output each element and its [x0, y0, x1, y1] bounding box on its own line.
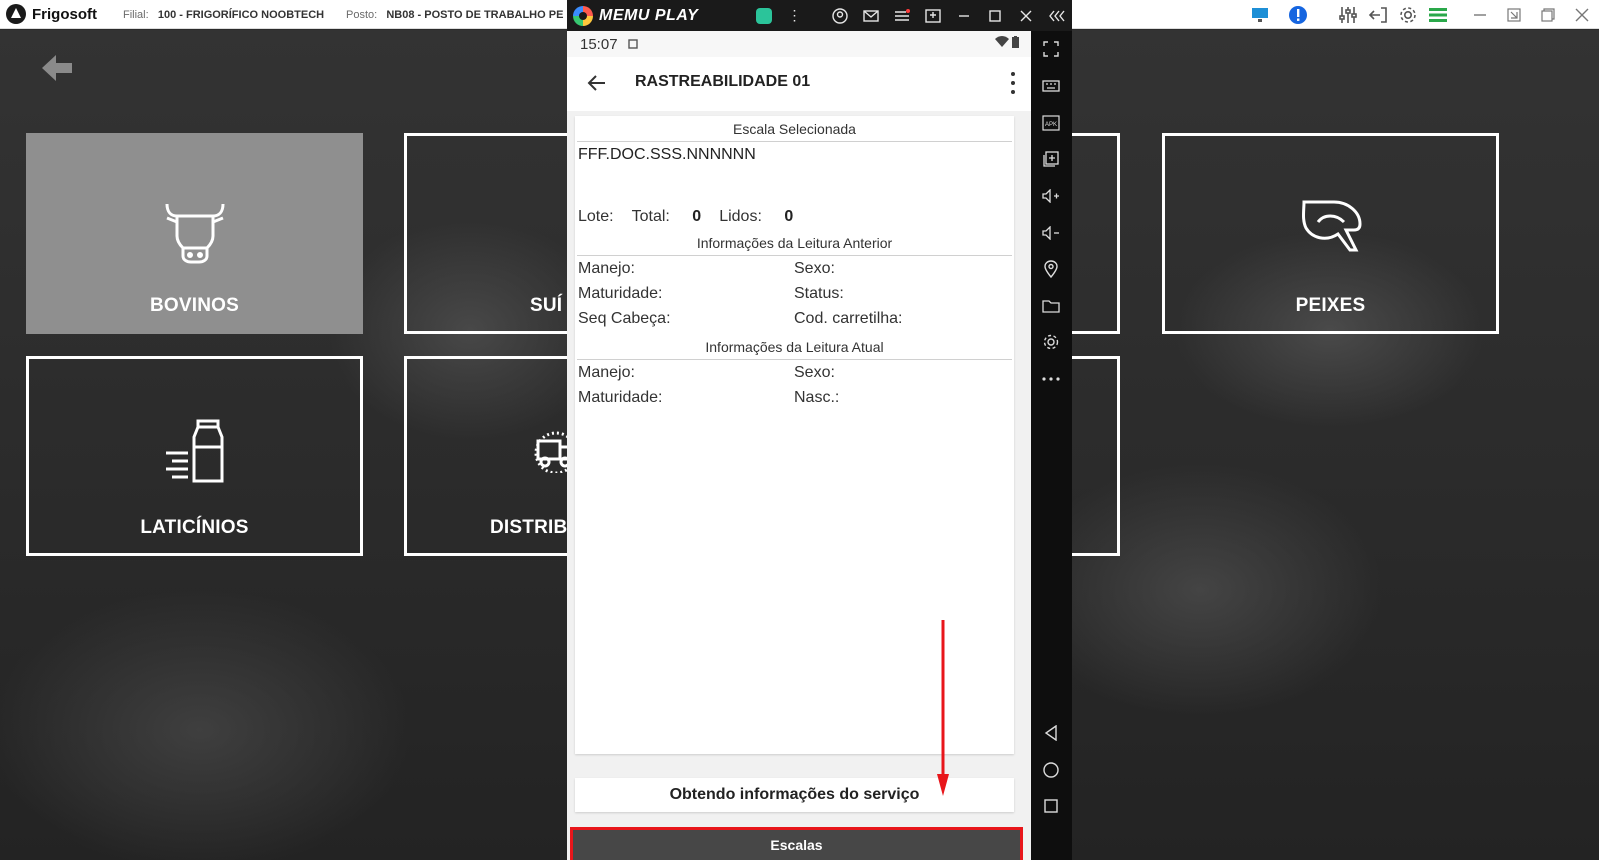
back-arrow-icon[interactable]: [40, 53, 74, 83]
leitura-anterior-title: Informações da Leitura Anterior: [577, 230, 1012, 256]
emulator-window: MEMU PLAY ⋮ 15:07 RASTREABILIDADE 01 Esc…: [567, 0, 1072, 860]
minimize-icon[interactable]: [948, 0, 979, 31]
nav-recents-icon[interactable]: [1039, 794, 1063, 818]
annotation-arrow-icon: [937, 620, 949, 796]
cow-icon: [165, 203, 224, 264]
back-arrow-icon[interactable]: [585, 71, 609, 95]
tile-bovinos[interactable]: BOVINOS: [26, 133, 363, 334]
total-label: Total:: [631, 208, 670, 225]
overflow-menu-icon[interactable]: [1010, 70, 1016, 96]
anterior-sexo: Sexo:: [794, 260, 835, 277]
atual-nasc: Nasc.:: [794, 389, 840, 406]
add-window-icon[interactable]: [1039, 147, 1063, 171]
nav-home-icon[interactable]: [1039, 758, 1063, 782]
app-toolbar-right: [1245, 0, 1599, 29]
brand-name: Frigosoft: [32, 5, 97, 23]
emulator-sidebar: APK: [1031, 31, 1072, 860]
escala-value: FFF.DOC.SSS.NNNNNN: [578, 146, 756, 163]
android-status-bar: 15:07: [567, 31, 1031, 57]
escala-title: Escala Selecionada: [577, 116, 1012, 142]
tile-label: DISTRIB: [490, 517, 568, 538]
volume-down-icon[interactable]: [1039, 221, 1063, 245]
tile-peixes[interactable]: PEIXES: [1162, 133, 1499, 334]
emulator-titlebar: MEMU PLAY ⋮: [567, 0, 1072, 31]
maximize-icon[interactable]: [979, 0, 1010, 31]
logout-icon[interactable]: [1363, 0, 1393, 29]
posto-value: NB08 - POSTO DE TRABALHO PE: [386, 9, 564, 21]
filial-label: Filial:: [123, 9, 149, 21]
alert-icon[interactable]: [1283, 0, 1313, 29]
status-time: 15:07: [580, 35, 618, 53]
more-vertical-icon[interactable]: ⋮: [779, 0, 810, 31]
fish-icon: [1301, 200, 1362, 252]
anterior-seq-cabeca: Seq Cabeça:: [578, 310, 671, 327]
lidos-value: 0: [784, 208, 794, 225]
menu-notification-icon[interactable]: [886, 0, 917, 31]
tile-label: LATICÍNIOS: [140, 517, 249, 538]
milk-bottle-icon: [165, 419, 223, 483]
maximize-window-icon[interactable]: [1531, 0, 1565, 29]
mail-icon[interactable]: [855, 0, 886, 31]
apk-icon[interactable]: APK: [1039, 111, 1063, 135]
battery-icon: [1012, 36, 1019, 48]
atual-manejo: Manejo:: [578, 364, 635, 381]
nav-back-icon[interactable]: [1039, 721, 1063, 745]
escalas-button[interactable]: Escalas: [570, 827, 1023, 860]
emulator-name: MEMU PLAY: [599, 6, 699, 24]
tile-label: SUÍ: [530, 295, 563, 316]
app-toolbar: RASTREABILIDADE 01: [567, 57, 1031, 111]
fullscreen-icon[interactable]: [1039, 37, 1063, 61]
status-right: [994, 36, 1019, 51]
tile-label: BOVINOS: [149, 295, 240, 316]
close-icon[interactable]: [1010, 0, 1041, 31]
anterior-cod-carretilha: Cod. carretilha:: [794, 310, 903, 327]
app-shortcut-icon[interactable]: [748, 0, 779, 31]
emulator-title-icons: ⋮: [748, 0, 1072, 31]
atual-sexo: Sexo:: [794, 364, 835, 381]
volume-up-icon[interactable]: [1039, 184, 1063, 208]
more-horizontal-icon[interactable]: [1039, 367, 1063, 391]
anterior-maturidade: Maturidade:: [578, 285, 663, 302]
lidos-label: Lidos:: [719, 208, 762, 225]
restore-window-icon[interactable]: [1497, 0, 1531, 29]
screenshot-icon[interactable]: [917, 0, 948, 31]
filial-info: Filial: 100 - FRIGORÍFICO NOOBTECH: [123, 9, 324, 21]
lote-row: Lote: Total: 0 Lidos: 0: [575, 204, 1014, 230]
gear-icon[interactable]: [1393, 0, 1423, 29]
sliders-icon[interactable]: [1333, 0, 1363, 29]
leitura-atual-title: Informações da Leitura Atual: [577, 334, 1012, 360]
posto-label: Posto:: [346, 9, 378, 21]
posto-info: Posto: NB08 - POSTO DE TRABALHO PE: [346, 9, 563, 21]
account-icon[interactable]: [824, 0, 855, 31]
brand: Frigosoft: [6, 4, 97, 24]
keyboard-icon[interactable]: [1039, 74, 1063, 98]
wifi-icon: [994, 36, 1009, 47]
close-window-icon[interactable]: [1565, 0, 1599, 29]
minimize-window-icon[interactable]: [1463, 0, 1497, 29]
leitura-anterior-grid: Manejo: Sexo: Maturidade: Status: Seq Ca…: [575, 258, 1014, 330]
collapse-sidebar-icon[interactable]: [1041, 0, 1072, 31]
folder-icon[interactable]: [1039, 294, 1063, 318]
leitura-atual-grid: Manejo: Sexo: Maturidade: Nasc.:: [575, 362, 1014, 409]
frigosoft-logo-icon: [6, 4, 26, 24]
tile-laticinios[interactable]: LATICÍNIOS: [26, 356, 363, 556]
atual-maturidade: Maturidade:: [578, 389, 663, 406]
monitor-icon[interactable]: [1245, 0, 1275, 29]
anterior-manejo: Manejo:: [578, 260, 635, 277]
app-title: RASTREABILIDADE 01: [635, 73, 811, 90]
settings-icon[interactable]: [1039, 330, 1063, 354]
android-screen: 15:07 RASTREABILIDADE 01 Escala Selecion…: [567, 31, 1031, 860]
notification-icon: [627, 39, 638, 49]
tile-label: PEIXES: [1295, 295, 1366, 316]
memu-logo-icon: [573, 5, 593, 26]
location-icon[interactable]: [1039, 257, 1063, 281]
svg-text:APK: APK: [1045, 122, 1057, 128]
anterior-status: Status:: [794, 285, 844, 302]
hamburger-menu-icon[interactable]: [1423, 0, 1453, 29]
lote-label: Lote:: [578, 208, 614, 225]
filial-value: 100 - FRIGORÍFICO NOOBTECH: [157, 9, 325, 21]
total-value: 0: [692, 208, 702, 225]
